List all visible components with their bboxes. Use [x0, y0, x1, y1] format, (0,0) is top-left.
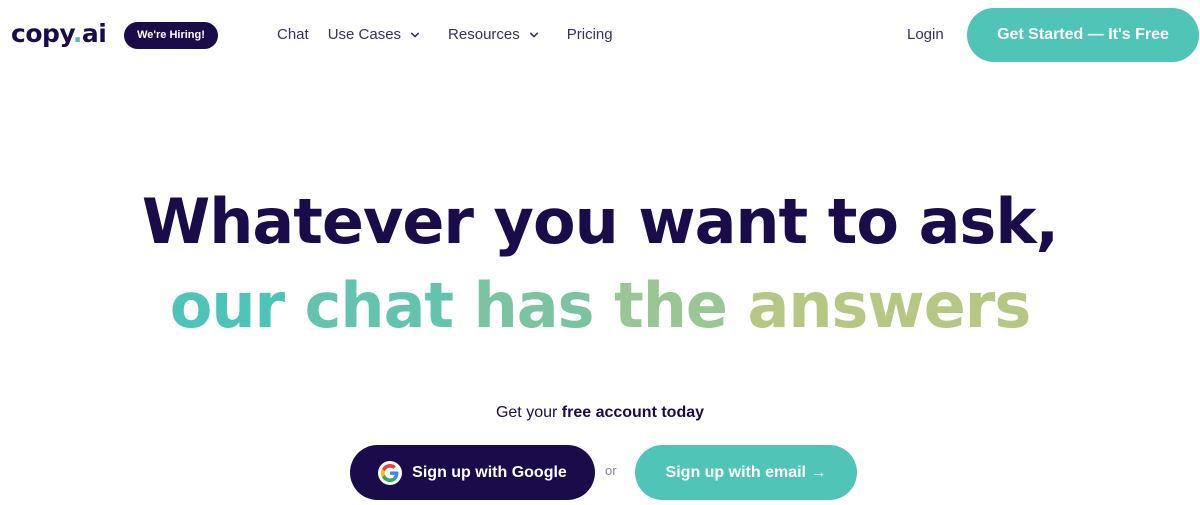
chevron-down-icon — [529, 32, 538, 38]
get-started-button[interactable]: Get Started — It's Free — [967, 8, 1199, 62]
signup-prompt-bold: free account today — [561, 404, 705, 421]
hero-section: Whatever you want to ask, our chat has t… — [0, 180, 1200, 348]
hero-word: answers — [747, 269, 1032, 342]
hero-word: our — [169, 269, 285, 342]
email-signup-label: Sign up with email → — [665, 463, 827, 481]
nav-chat[interactable]: Chat — [277, 24, 309, 46]
or-separator: or — [605, 463, 617, 478]
hero-word: chat — [304, 269, 454, 342]
hiring-badge[interactable]: We're Hiring! — [124, 22, 218, 49]
hero-word: has — [473, 269, 595, 342]
google-signup-label: Sign up with Google — [412, 463, 567, 481]
logo-dot: . — [72, 19, 83, 48]
nav-use-cases-label: Use Cases — [327, 26, 402, 43]
signup-prompt-prefix: Get your — [495, 404, 562, 421]
hero-headline: Whatever you want to ask, — [141, 185, 1059, 258]
logo-suffix: ai — [81, 19, 107, 48]
google-signup-button[interactable]: Sign up with Google — [350, 445, 595, 500]
main-nav: Chat Use Cases Resources Pricing — [277, 24, 613, 46]
email-signup-button[interactable]: Sign up with email → — [635, 445, 857, 500]
login-link[interactable]: Login — [907, 24, 944, 46]
nav-resources-label: Resources — [448, 26, 520, 43]
nav-chat-label: Chat — [277, 26, 309, 43]
logo-text: copy — [11, 19, 73, 48]
signup-prompt: Get your free account today — [0, 402, 1200, 424]
hero-subheadline: our chat has the answers — [0, 264, 1200, 348]
nav-pricing[interactable]: Pricing — [567, 24, 613, 46]
site-header: copy.ai We're Hiring! Chat Use Cases Res… — [0, 0, 1200, 70]
nav-use-cases[interactable]: Use Cases — [327, 24, 420, 46]
nav-pricing-label: Pricing — [566, 26, 613, 43]
nav-resources[interactable]: Resources — [448, 24, 538, 46]
chevron-down-icon — [411, 32, 420, 38]
copyai-logo[interactable]: copy.ai — [11, 17, 107, 51]
hero-word: the — [614, 269, 728, 342]
google-icon — [378, 460, 403, 485]
